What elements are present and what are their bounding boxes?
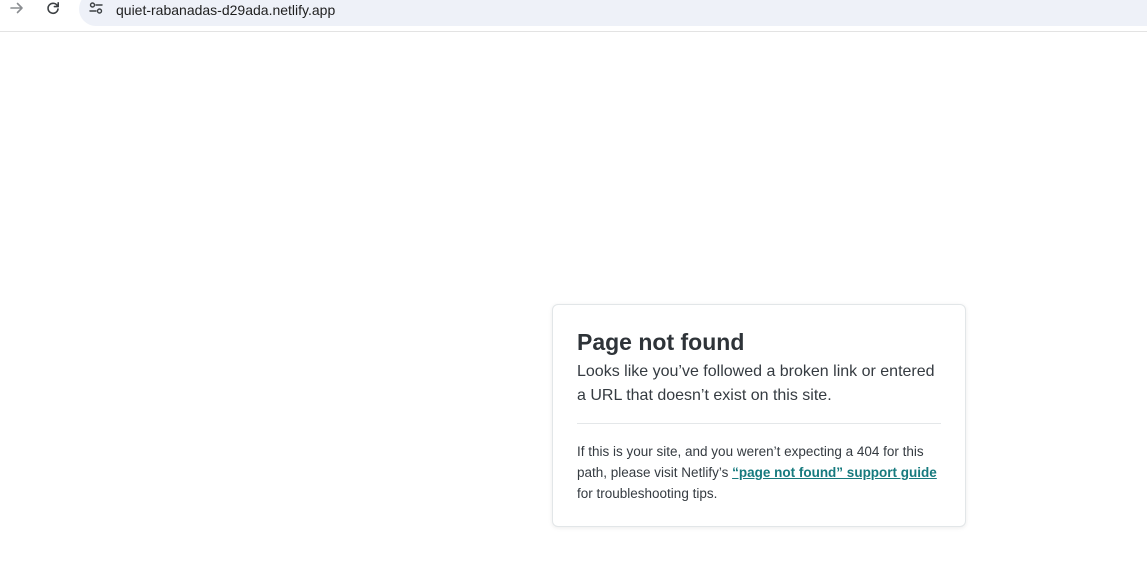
tune-icon [88,0,104,21]
not-found-message: Looks like you’ve followed a broken link… [577,363,935,404]
reload-button[interactable] [42,0,64,20]
reload-icon [45,0,61,21]
site-info-button[interactable] [86,1,106,19]
support-guide-link[interactable]: “page not found” support guide [732,465,937,480]
url-text[interactable]: quiet-rabanadas-d29ada.netlify.app [116,2,335,18]
browser-toolbar: quiet-rabanadas-d29ada.netlify.app [0,0,1147,32]
page-title: Page not found [577,329,745,355]
arrow-right-icon [9,0,25,21]
forward-button[interactable] [6,0,28,20]
not-found-card: Page not found Looks like you’ve followe… [552,304,966,527]
divider [577,423,941,424]
note-text-after: for troubleshooting tips. [577,486,718,501]
site-owner-note: If this is your site, and you weren’t ex… [577,441,943,504]
